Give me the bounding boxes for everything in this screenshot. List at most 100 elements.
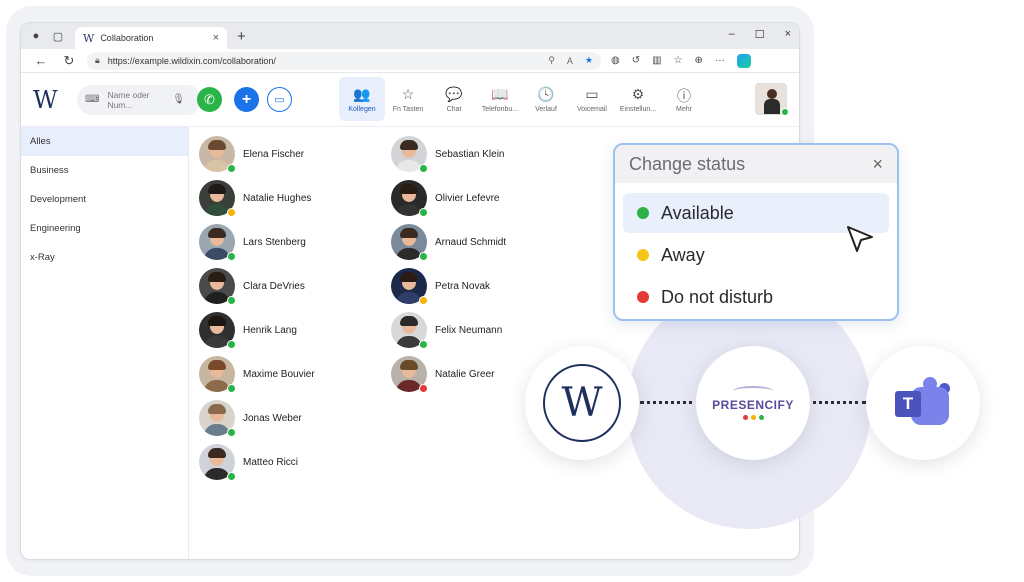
contact-avatar [199, 356, 236, 393]
connector-line-left [640, 401, 700, 404]
nav-item-label: Kollegen [348, 105, 376, 113]
sidebar-item-alles[interactable]: Alles [21, 127, 188, 156]
contact-name: Natalie Greer [435, 368, 495, 380]
minimize-button[interactable]: – [729, 28, 735, 41]
status-option-label: Available [661, 202, 734, 223]
contact-item[interactable]: Felix Neumann [391, 311, 502, 349]
contact-name: Clara DeVries [243, 280, 305, 292]
url-text: https://example.wildixin.com/collaborati… [107, 55, 276, 66]
location-pin-icon[interactable]: ⚲ [548, 55, 555, 66]
browser-tab[interactable]: W Collaboration × [75, 27, 227, 49]
status-dot [419, 384, 428, 393]
contact-item[interactable]: Maxime Bouvier [199, 355, 315, 393]
nav-item-clock[interactable]: 🕓 Verlauf [523, 77, 569, 121]
sidebar-item-business[interactable]: Business [21, 156, 188, 185]
contact-item[interactable]: Natalie Hughes [199, 179, 311, 217]
more-icon: ⓘ [677, 87, 691, 104]
contact-name: Sebastian Klein [435, 148, 505, 160]
read-aloud-icon[interactable]: A [567, 56, 573, 66]
nav-item-label: Einstellun... [619, 105, 657, 113]
contact-name: Lars Stenberg [243, 236, 306, 248]
maximize-button[interactable]: ☐ [755, 28, 765, 41]
tab-close-icon[interactable]: × [213, 32, 219, 44]
search-input[interactable]: ⌨ Name oder Num... 🎙︎ [77, 84, 201, 115]
contact-avatar [391, 136, 428, 173]
sidebar-item-engineering[interactable]: Engineering [21, 214, 188, 243]
copilot-icon[interactable] [736, 53, 751, 68]
add-button[interactable]: + [234, 87, 259, 112]
status-dot [227, 252, 236, 261]
favorite-star-icon[interactable]: ★ [585, 55, 593, 66]
contact-name: Felix Neumann [435, 324, 503, 336]
contact-name: Henrik Lang [243, 324, 297, 336]
teams-bubble: T [866, 346, 980, 460]
reload-icon[interactable]: ↻ [59, 53, 79, 69]
url-field[interactable]: 🔒︎ https://example.wildixin.com/collabor… [87, 51, 601, 70]
contact-avatar [199, 268, 236, 305]
nav-item-star[interactable]: ☆ Fn Tasten [385, 77, 431, 121]
contact-name: Matteo Ricci [243, 456, 299, 468]
wildix-bubble: W [525, 346, 639, 460]
refresh-extension-icon[interactable]: ↺ [632, 55, 640, 66]
contact-item[interactable]: Sebastian Klein [391, 135, 505, 173]
star-icon: ☆ [401, 85, 415, 102]
nav-item-users[interactable]: 👥 Kollegen [339, 77, 385, 121]
book-icon: 📖 [491, 85, 509, 102]
contact-item[interactable]: Natalie Greer [391, 355, 494, 393]
contact-item[interactable]: Arnaud Schmidt [391, 223, 506, 261]
sidebar-item-development[interactable]: Development [21, 185, 188, 214]
contact-avatar [199, 400, 236, 437]
contact-name: Petra Novak [435, 280, 491, 292]
contact-avatar [199, 180, 236, 217]
popup-title: Change status [629, 153, 746, 174]
mouse-pointer-icon [847, 226, 873, 252]
keyboard-icon: ⌨ [85, 94, 100, 105]
contact-item[interactable]: Matteo Ricci [199, 443, 298, 481]
nav-item-voicemail[interactable]: ▭ Voicemail [569, 77, 615, 121]
microphone-icon[interactable]: 🎙︎ [172, 94, 185, 105]
split-screen-icon[interactable]: ▥ [652, 55, 661, 66]
contact-item[interactable]: Clara DeVries [199, 267, 305, 305]
user-avatar[interactable] [755, 83, 789, 116]
close-icon[interactable]: × [872, 154, 883, 175]
close-window-button[interactable]: × [785, 28, 791, 41]
back-arrow-icon[interactable]: ← [31, 53, 51, 68]
nav-item-chat[interactable]: 💬 Chat [431, 77, 477, 121]
more-options-icon[interactable]: ··· [715, 55, 725, 66]
status-dot [227, 472, 236, 481]
contact-item[interactable]: Olivier Lefevre [391, 179, 499, 217]
nav-item-label: Mehr [676, 105, 692, 113]
nav-item-label: Verlauf [535, 105, 557, 113]
nav-item-label: Chat [446, 105, 462, 113]
call-button[interactable]: ✆ [197, 87, 222, 112]
new-tab-button[interactable]: + [237, 28, 246, 45]
status-dot [227, 384, 236, 393]
status-dot [227, 164, 236, 173]
sidebar-item-x-ray[interactable]: x-Ray [21, 243, 188, 272]
status-option-label: Do not disturb [661, 286, 774, 307]
screen-share-button[interactable]: ▭ [267, 87, 292, 112]
contact-item[interactable]: Jonas Weber [199, 399, 302, 437]
nav-item-label: Telefonbu... [481, 105, 519, 113]
nav-item-gear[interactable]: ⚙ Einstellun... [615, 77, 661, 121]
status-color-dot [637, 291, 649, 303]
tab-actions-icon[interactable]: ▢ [51, 29, 65, 43]
address-bar: ← ↻ 🔒︎ https://example.wildixin.com/coll… [21, 49, 799, 73]
wildix-favicon-icon: W [83, 31, 95, 45]
contact-avatar [199, 136, 236, 173]
search-placeholder: Name oder Num... [107, 89, 150, 110]
profile-icon[interactable]: ● [29, 29, 43, 43]
contact-name: Jonas Weber [243, 412, 302, 424]
contact-item[interactable]: Elena Fischer [199, 135, 304, 173]
nav-item-book[interactable]: 📖 Telefonbu... [477, 77, 523, 121]
gear-icon: ⚙ [631, 85, 645, 102]
status-dot [419, 340, 428, 349]
contact-item[interactable]: Lars Stenberg [199, 223, 306, 261]
favorites-list-icon[interactable]: ☆ [674, 55, 683, 66]
extension-icon[interactable]: ◍ [611, 55, 620, 66]
status-option-do-not-disturb[interactable]: Do not disturb [623, 277, 889, 317]
contact-item[interactable]: Henrik Lang [199, 311, 297, 349]
collections-icon[interactable]: ⊕ [695, 55, 703, 66]
nav-item-more[interactable]: ⓘ Mehr [661, 77, 707, 121]
contact-item[interactable]: Petra Novak [391, 267, 490, 305]
